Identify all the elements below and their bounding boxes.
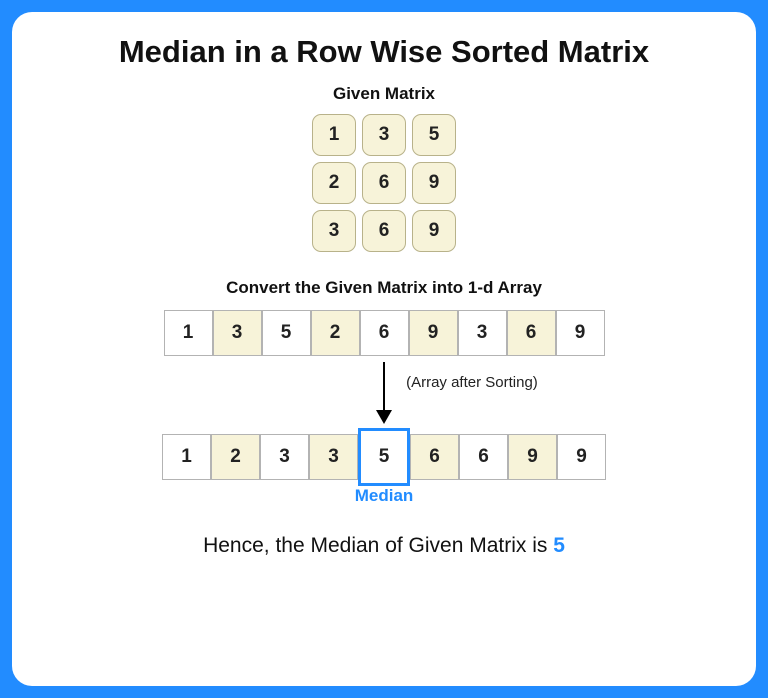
array-cell: 3	[260, 434, 309, 480]
sort-label: (Array after Sorting)	[406, 374, 538, 391]
array-cell: 2	[311, 310, 360, 356]
array-cell: 5	[262, 310, 311, 356]
matrix-cell: 9	[412, 162, 456, 204]
median-label: Median	[32, 486, 736, 506]
array-cell: 9	[556, 310, 605, 356]
array-cell: 9	[508, 434, 557, 480]
result-value: 5	[553, 534, 565, 557]
arrow-section: (Array after Sorting)	[32, 360, 736, 430]
array-cell: 3	[458, 310, 507, 356]
sorted-array: 1 2 3 3 5 6 6 9 9	[32, 434, 736, 480]
matrix-cell: 9	[412, 210, 456, 252]
matrix-cell: 3	[312, 210, 356, 252]
array-cell: 3	[213, 310, 262, 356]
array-cell: 6	[459, 434, 508, 480]
page-title: Median in a Row Wise Sorted Matrix	[32, 34, 736, 70]
matrix-cell: 6	[362, 162, 406, 204]
matrix-cell: 3	[362, 114, 406, 156]
matrix-cell: 2	[312, 162, 356, 204]
matrix-cell: 6	[362, 210, 406, 252]
array-cell: 9	[557, 434, 606, 480]
array-cell: 6	[507, 310, 556, 356]
diagram-page: Median in a Row Wise Sorted Matrix Given…	[12, 12, 756, 686]
array-cell: 1	[164, 310, 213, 356]
matrix-cell: 5	[412, 114, 456, 156]
matrix-row: 1 3 5	[312, 114, 456, 156]
array-cell: 3	[309, 434, 358, 480]
arrow-head-icon	[376, 410, 392, 424]
array-cell: 2	[211, 434, 260, 480]
median-cell: 5	[358, 428, 410, 486]
matrix-cell: 1	[312, 114, 356, 156]
result-prefix: Hence, the Median of Given Matrix is	[203, 534, 553, 557]
convert-label: Convert the Given Matrix into 1-d Array	[32, 278, 736, 298]
array-cell: 1	[162, 434, 211, 480]
matrix-row: 2 6 9	[312, 162, 456, 204]
array-cell: 6	[410, 434, 459, 480]
given-matrix: 1 3 5 2 6 9 3 6 9	[312, 114, 456, 258]
flat-array: 1 3 5 2 6 9 3 6 9	[32, 310, 736, 356]
result-text: Hence, the Median of Given Matrix is 5	[32, 534, 736, 558]
matrix-row: 3 6 9	[312, 210, 456, 252]
given-matrix-label: Given Matrix	[32, 84, 736, 104]
arrow-down-icon	[383, 362, 385, 412]
array-cell: 6	[360, 310, 409, 356]
array-cell: 9	[409, 310, 458, 356]
